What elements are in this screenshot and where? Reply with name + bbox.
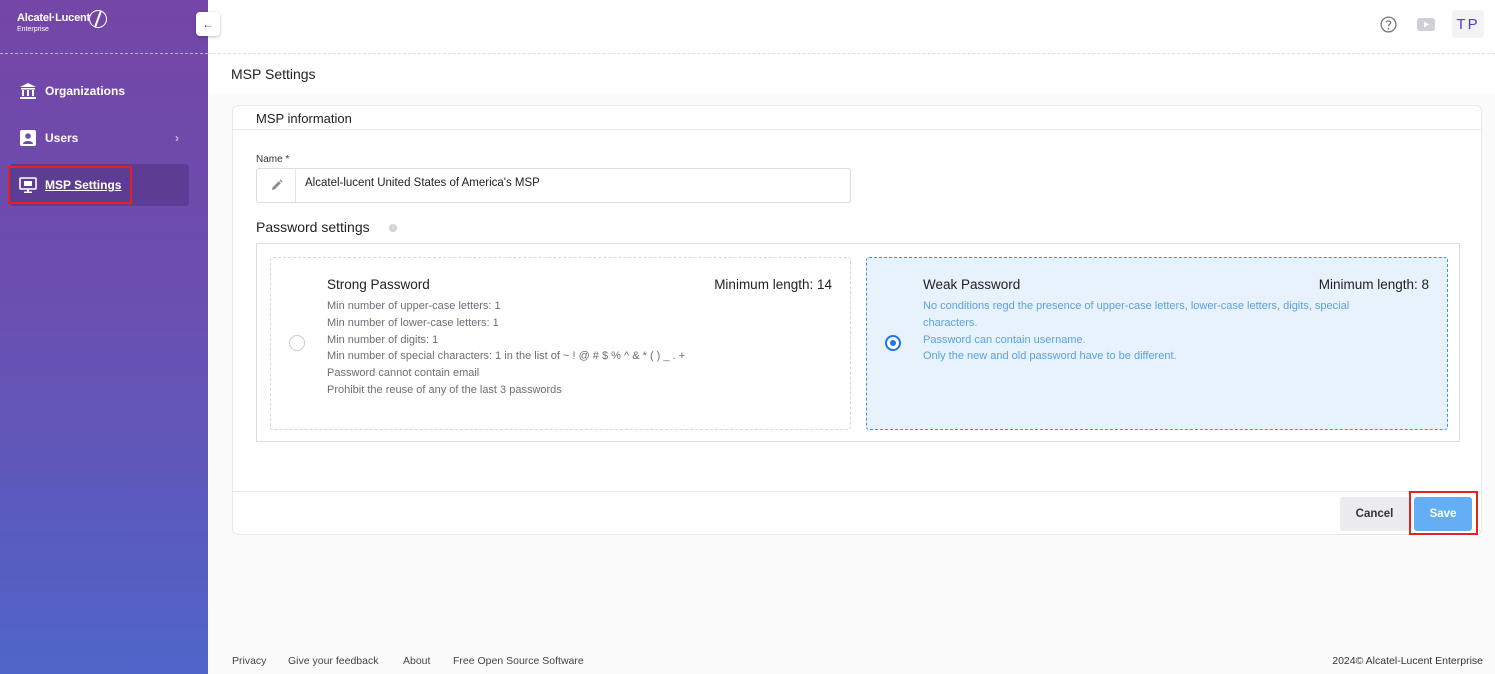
sidebar-item-organizations[interactable]: Organizations bbox=[9, 70, 189, 112]
sidebar-item-label: MSP Settings bbox=[45, 178, 122, 192]
help-circle-icon[interactable] bbox=[1380, 16, 1397, 38]
weak-password-radio[interactable] bbox=[885, 335, 901, 351]
sidebar-item-msp-settings[interactable]: MSP Settings bbox=[9, 164, 189, 206]
sidebar-item-users[interactable]: Users › bbox=[9, 117, 189, 159]
page-header: MSP Settings bbox=[208, 55, 1495, 93]
name-label: Name * bbox=[256, 154, 290, 165]
user-avatar[interactable]: TP bbox=[1452, 10, 1484, 38]
strong-password-rules: Min number of upper-case letters: 1 Min … bbox=[327, 298, 827, 399]
brand-sub: Enterprise bbox=[17, 26, 49, 33]
footer-link-privacy[interactable]: Privacy bbox=[232, 655, 266, 667]
topbar bbox=[208, 0, 1495, 54]
rule-line: No conditions regd the presence of upper… bbox=[923, 300, 1350, 312]
rule-line: Only the new and old password have to be… bbox=[923, 350, 1177, 363]
strong-password-title: Strong Password bbox=[327, 277, 430, 292]
sidebar-divider bbox=[0, 53, 208, 54]
sidebar-collapse-button[interactable]: ← bbox=[196, 12, 220, 36]
rule-line: Min number of upper-case letters: 1 bbox=[327, 300, 501, 312]
bank-icon bbox=[19, 82, 37, 100]
strong-password-min-length: Minimum length: 14 bbox=[714, 277, 832, 292]
footer-link-feedback[interactable]: Give your feedback bbox=[288, 655, 378, 667]
pencil-icon bbox=[257, 169, 296, 202]
brand-name: Alcatel·Lucent bbox=[17, 12, 90, 24]
card-footer bbox=[233, 491, 1481, 535]
name-field bbox=[256, 168, 851, 203]
cancel-button[interactable]: Cancel bbox=[1340, 497, 1409, 531]
footer-link-foss[interactable]: Free Open Source Software bbox=[453, 655, 584, 667]
sidebar-item-label: Organizations bbox=[45, 84, 126, 98]
chevron-right-icon: › bbox=[175, 131, 179, 145]
rule-line: Password can contain username. bbox=[923, 333, 1086, 346]
weak-password-title: Weak Password bbox=[923, 277, 1021, 292]
monitor-icon bbox=[19, 176, 37, 194]
msp-information-card: MSP information Name * Password settings… bbox=[232, 105, 1482, 535]
save-button[interactable]: Save bbox=[1414, 497, 1472, 531]
brand-mark-icon bbox=[89, 10, 107, 28]
rule-line: Min number of lower-case letters: 1 bbox=[327, 316, 499, 329]
rule-line: Password cannot contain email bbox=[327, 367, 480, 380]
password-options: Strong Password Minimum length: 14 Min n… bbox=[256, 243, 1460, 442]
rule-line: characters. bbox=[923, 316, 978, 329]
brand-logo: Alcatel·Lucent Enterprise bbox=[17, 10, 107, 42]
sidebar-item-label: Users bbox=[45, 131, 79, 145]
youtube-icon[interactable] bbox=[1417, 18, 1435, 36]
name-input[interactable] bbox=[305, 177, 835, 189]
card-header: MSP information bbox=[233, 106, 1481, 130]
copyright: 2024© Alcatel-Lucent Enterprise bbox=[1332, 655, 1483, 667]
weak-password-rules: No conditions regd the presence of upper… bbox=[923, 298, 1433, 365]
card-title: MSP information bbox=[256, 111, 352, 126]
rule-line: Min number of digits: 1 bbox=[327, 333, 439, 346]
rule-line: Prohibit the reuse of any of the last 3 … bbox=[327, 383, 562, 396]
info-icon[interactable]: i bbox=[389, 224, 397, 232]
rule-line: Min number of special characters: 1 in t… bbox=[327, 350, 686, 363]
weak-password-min-length: Minimum length: 8 bbox=[1318, 277, 1429, 292]
user-card-icon bbox=[19, 129, 37, 147]
sidebar: Alcatel·Lucent Enterprise Organizations … bbox=[0, 0, 208, 674]
page-title: MSP Settings bbox=[231, 66, 316, 82]
strong-password-option[interactable]: Strong Password Minimum length: 14 Min n… bbox=[270, 257, 851, 430]
strong-password-radio[interactable] bbox=[289, 335, 305, 351]
footer-link-about[interactable]: About bbox=[403, 655, 430, 667]
weak-password-option[interactable]: Weak Password Minimum length: 8 No condi… bbox=[866, 257, 1448, 430]
password-settings-label: Password settings bbox=[256, 219, 370, 235]
